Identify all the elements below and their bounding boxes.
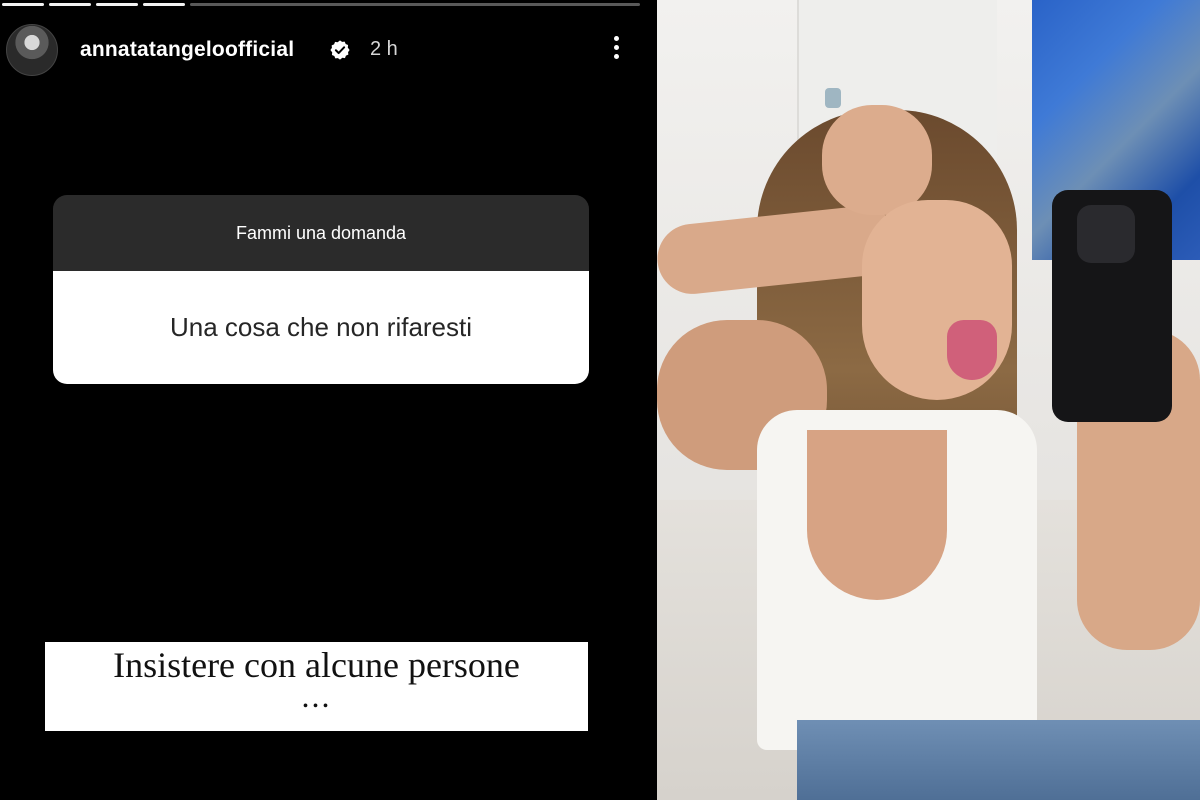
story-progress-bar [2,3,640,6]
username[interactable]: annatatangeloofficial [80,38,294,62]
selfie-photo [657,0,1200,800]
story-panel: annatatangeloofficial 2 h Fammi una doma… [0,0,648,800]
question-sticker-body: Una cosa che non rifaresti [53,271,589,384]
photo-door-knob [825,88,841,108]
photo-phone-camera [1077,205,1135,263]
question-sticker-header: Fammi una domanda [53,195,589,271]
photo-jeans [797,720,1200,800]
progress-segment [49,3,91,6]
progress-segment [143,3,185,6]
question-text: Una cosa che non rifaresti [169,312,473,342]
photo-mouth [947,320,997,380]
question-sticker-title: Fammi una domanda [235,222,407,243]
photo-neckline [807,430,947,600]
more-vertical-icon[interactable] [604,32,628,66]
verified-badge-icon [330,40,350,60]
progress-segment [2,3,44,6]
story-header: annatatangeloofficial 2 h [0,22,648,78]
avatar[interactable] [6,24,58,76]
answer-text-box: Insistere con alcune persone ... [45,642,588,731]
photo-hand-on-head [822,105,932,215]
progress-segment-remaining [190,3,640,6]
question-sticker: Fammi una domanda Una cosa che non rifar… [53,195,589,384]
progress-segment [96,3,138,6]
post-time: 2 h [370,38,398,60]
